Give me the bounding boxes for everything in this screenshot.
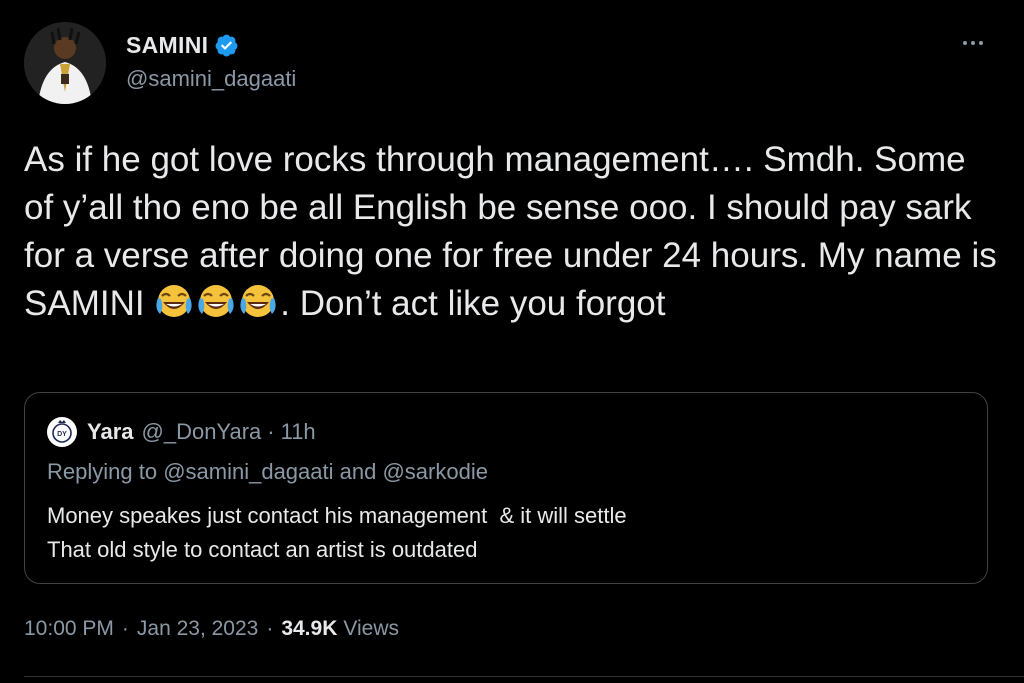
tweet-card: SAMINI @samini_dagaati As if he got love… bbox=[0, 0, 1024, 683]
quoted-author-avatar[interactable]: DY bbox=[47, 417, 77, 447]
face-with-tears-of-joy-icon bbox=[198, 285, 234, 317]
views-count[interactable]: 34.9K bbox=[281, 617, 337, 641]
more-dot bbox=[963, 41, 967, 45]
replying-mention-samini[interactable]: @samini_dagaati bbox=[163, 459, 333, 484]
replying-mention-sarkodie[interactable]: @sarkodie bbox=[382, 459, 488, 484]
quoted-dot-separator: · bbox=[267, 419, 275, 444]
tweet-date[interactable]: Jan 23, 2023 bbox=[137, 617, 258, 641]
replying-prefix: Replying to bbox=[47, 459, 164, 484]
verified-badge-icon bbox=[215, 34, 238, 56]
bottom-divider bbox=[24, 676, 1024, 677]
meta-separator: · bbox=[121, 617, 129, 640]
views-label[interactable]: Views bbox=[343, 617, 399, 641]
more-options-icon[interactable] bbox=[958, 33, 988, 53]
replying-to-line: Replying to @samini_dagaati and @sarkodi… bbox=[47, 459, 488, 485]
quoted-avatar-text: DY bbox=[57, 431, 67, 438]
face-with-tears-of-joy-icon bbox=[240, 285, 276, 317]
quoted-tweet-header: DY Yara @_DonYara · 11h bbox=[47, 417, 316, 447]
quoted-timestamp[interactable]: 11h bbox=[281, 419, 316, 445]
quoted-tweet[interactable]: DY Yara @_DonYara · 11h Replying to @sam… bbox=[24, 392, 988, 584]
author-info: SAMINI @samini_dagaati bbox=[126, 30, 296, 92]
meta-separator: · bbox=[266, 617, 274, 640]
author-handle[interactable]: @samini_dagaati bbox=[126, 66, 296, 92]
emoji-group bbox=[154, 284, 280, 323]
tweet-time[interactable]: 10:00 PM bbox=[24, 617, 114, 641]
replying-and: and bbox=[333, 459, 383, 484]
display-name-row: SAMINI bbox=[126, 30, 296, 60]
more-dot bbox=[979, 41, 983, 45]
face-with-tears-of-joy-icon bbox=[156, 285, 192, 317]
quoted-author-name[interactable]: Yara bbox=[87, 419, 134, 445]
tweet-meta: 10:00 PM · Jan 23, 2023 · 34.9K Views bbox=[24, 617, 399, 641]
dy-logo-icon: DY bbox=[48, 418, 76, 446]
tweet-text: As if he got love rocks through manageme… bbox=[24, 136, 999, 328]
author-display-name[interactable]: SAMINI bbox=[126, 32, 208, 59]
tweet-text-after-emoji: . Don’t act like you forgot bbox=[280, 284, 666, 323]
more-dot bbox=[971, 41, 975, 45]
quoted-author-handle[interactable]: @_DonYara bbox=[142, 419, 262, 445]
quoted-tweet-body: Money speakes just contact his managemen… bbox=[47, 503, 627, 562]
author-avatar[interactable] bbox=[24, 22, 106, 104]
